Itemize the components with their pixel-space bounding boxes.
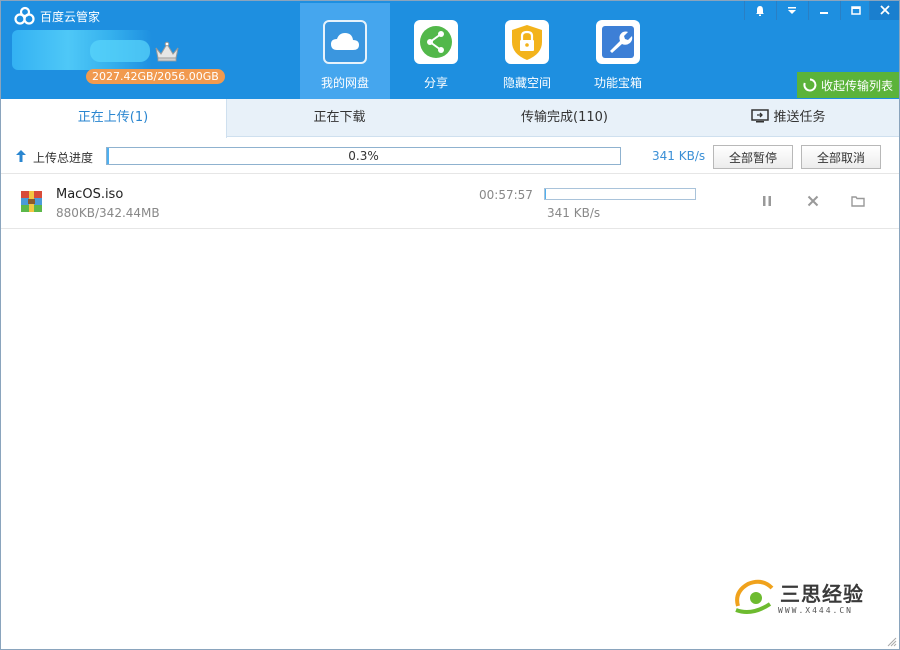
transfer-tabs: 正在上传(1) 正在下载 传输完成(110) 推送任务: [0, 99, 900, 138]
app-title: 百度云管家: [40, 9, 101, 24]
file-speed: 341 KB/s: [547, 206, 601, 220]
baidu-cloud-logo-icon: [14, 6, 35, 25]
list-item[interactable]: MacOS.iso 880KB/342.44MB 00:57:57 341 KB…: [0, 174, 900, 229]
nav-my-disk[interactable]: 我的网盘: [300, 3, 390, 99]
tab-label: 正在上传(1): [77, 110, 149, 125]
notification-bell-button[interactable]: [744, 0, 775, 20]
pause-icon[interactable]: [760, 194, 774, 208]
watermark-url: WWW.X444.CN: [778, 606, 853, 615]
file-progress-bar: [544, 188, 696, 200]
quota-badge: 2027.42GB/2056.00GB: [86, 69, 225, 84]
username: [90, 40, 150, 62]
nav-share[interactable]: 分享: [391, 3, 481, 99]
watermark-text: 三思经验: [780, 582, 864, 606]
total-progress-percent: 0.3%: [348, 149, 379, 163]
collapse-label: 收起传输列表: [820, 78, 893, 93]
file-name: MacOS.iso: [56, 187, 124, 202]
close-icon: [880, 5, 890, 15]
close-button[interactable]: [869, 0, 900, 20]
lock-icon: [505, 20, 549, 64]
maximize-button[interactable]: [840, 0, 871, 20]
minimize-button[interactable]: [808, 0, 839, 20]
wrench-icon: [596, 20, 640, 64]
share-icon: [414, 20, 458, 64]
nav-label: 隐藏空间: [502, 76, 551, 90]
nav-label: 分享: [423, 76, 448, 90]
menu-dropdown-icon: [788, 6, 796, 14]
vip-crown-icon: [155, 41, 179, 62]
tab-label: 推送任务: [773, 110, 826, 125]
tab-label: 正在下载: [313, 110, 366, 125]
app-brand: 百度云管家: [14, 6, 100, 26]
file-size: 880KB/342.44MB: [56, 206, 160, 220]
cloud-icon: [323, 20, 367, 64]
open-folder-icon[interactable]: [851, 194, 865, 208]
nav-hidden-space[interactable]: 隐藏空间: [482, 3, 572, 99]
collapse-transfer-list-button[interactable]: 收起传输列表: [797, 72, 899, 98]
monitor-push-icon: [751, 109, 770, 123]
pause-all-button[interactable]: 全部暂停: [713, 145, 793, 169]
cancel-icon[interactable]: [806, 194, 820, 208]
total-speed: 341 KB/s: [652, 149, 706, 163]
total-progress-row: 上传总进度 0.3% 341 KB/s 全部暂停 全部取消: [0, 138, 900, 174]
title-bar: 百度云管家 2027.42GB/2056.00GB 我的网盘 分享 隐藏空间 功…: [0, 0, 900, 99]
total-progress-label: 上传总进度: [33, 151, 94, 165]
upload-arrow-icon: [16, 150, 26, 162]
total-progress-bar: 0.3%: [106, 147, 621, 165]
cancel-all-button[interactable]: 全部取消: [801, 145, 881, 169]
tab-push-tasks[interactable]: 推送任务: [677, 99, 900, 137]
maximize-icon: [851, 5, 861, 15]
nav-label: 功能宝箱: [593, 76, 642, 90]
tab-downloading[interactable]: 正在下载: [227, 99, 452, 137]
tab-label: 传输完成(110): [521, 110, 608, 125]
nav-label: 我的网盘: [320, 76, 369, 90]
nav-toolbox[interactable]: 功能宝箱: [573, 3, 663, 99]
tab-completed[interactable]: 传输完成(110): [452, 99, 677, 137]
refresh-icon: [803, 78, 817, 92]
bell-icon: [756, 5, 764, 16]
tab-uploading[interactable]: 正在上传(1): [0, 99, 227, 138]
minimize-icon: [820, 11, 828, 14]
resize-grip-icon[interactable]: [887, 637, 897, 647]
archive-file-icon: [21, 191, 42, 212]
time-remaining: 00:57:57: [479, 188, 533, 202]
menu-button[interactable]: [776, 0, 807, 20]
